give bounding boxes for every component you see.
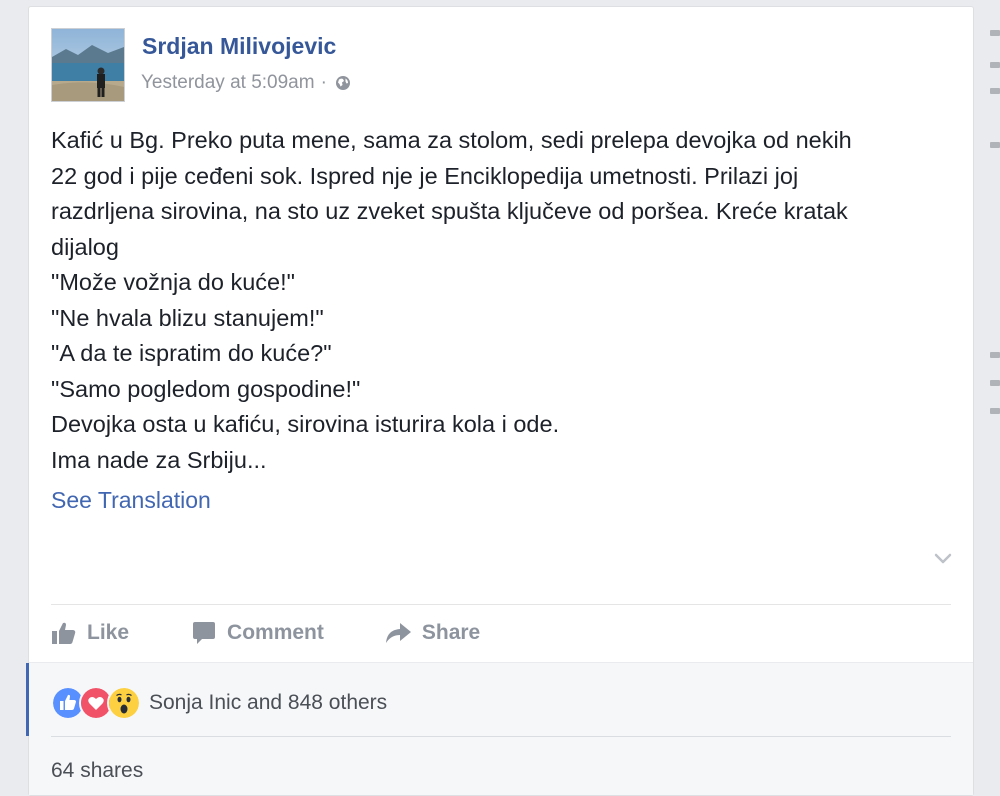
like-button[interactable]: Like	[51, 621, 129, 645]
share-label: Share	[421, 621, 481, 644]
wow-reaction-icon	[107, 686, 141, 720]
post-body-line: razdrljena sirovina, na sto uz zveket sp…	[51, 198, 848, 224]
footer-accent-bar	[26, 663, 29, 736]
meta-separator: ·	[320, 72, 327, 93]
post-body-line: Kafić u Bg. Preko puta mene, sama za sto…	[51, 127, 852, 153]
post-body-line: 22 god i pije ceđeni sok. Ispred nje je …	[51, 162, 799, 189]
right-sidebar-edge	[990, 0, 1000, 785]
author-name[interactable]: Srdjan Milivojevic	[142, 33, 336, 60]
post-actions: Like Comment Share	[51, 615, 480, 651]
actions-divider	[51, 604, 951, 605]
post-body: Kafić u Bg. Preko puta mene, sama za sto…	[51, 123, 961, 478]
post-body-line: "Samo pogledom gospodine!"	[51, 375, 361, 402]
post-body-line: "Može vožnja do kuće!"	[51, 269, 295, 295]
post-timestamp[interactable]: Yesterday at 5:09am	[141, 72, 315, 94]
post-meta: Yesterday at 5:09am ·	[141, 72, 351, 94]
share-button[interactable]: Share	[384, 621, 480, 645]
reaction-summary[interactable]: Sonja Inic and 848 others	[149, 691, 387, 715]
comment-button[interactable]: Comment	[191, 621, 324, 645]
post-body-line: Ima nade za Srbiju...	[51, 446, 267, 473]
post-body-line: dijalog	[51, 233, 119, 260]
avatar[interactable]	[51, 28, 125, 102]
post-body-line: Devojka osta u kafiću, sirovina isturira…	[51, 411, 560, 437]
see-translation-link[interactable]: See Translation	[51, 487, 211, 514]
footer-divider	[51, 736, 951, 737]
thumbs-up-icon	[52, 622, 76, 644]
post-footer: Sonja Inic and 848 others 64 shares	[26, 662, 973, 795]
shares-count[interactable]: 64 shares	[51, 759, 143, 783]
post-body-line: "A da te ispratim do kuće?"	[51, 340, 332, 366]
like-label: Like	[87, 621, 130, 644]
chevron-down-icon[interactable]	[932, 547, 954, 569]
comment-label: Comment	[227, 621, 324, 644]
post-body-line: "Ne hvala blizu stanujem!"	[51, 304, 324, 331]
comment-icon	[193, 622, 216, 644]
share-arrow-icon	[385, 623, 411, 643]
globe-icon[interactable]	[335, 75, 351, 91]
reactions-row[interactable]: Sonja Inic and 848 others	[51, 686, 387, 720]
post-card: Srdjan Milivojevic Yesterday at 5:09am ·…	[26, 6, 974, 796]
